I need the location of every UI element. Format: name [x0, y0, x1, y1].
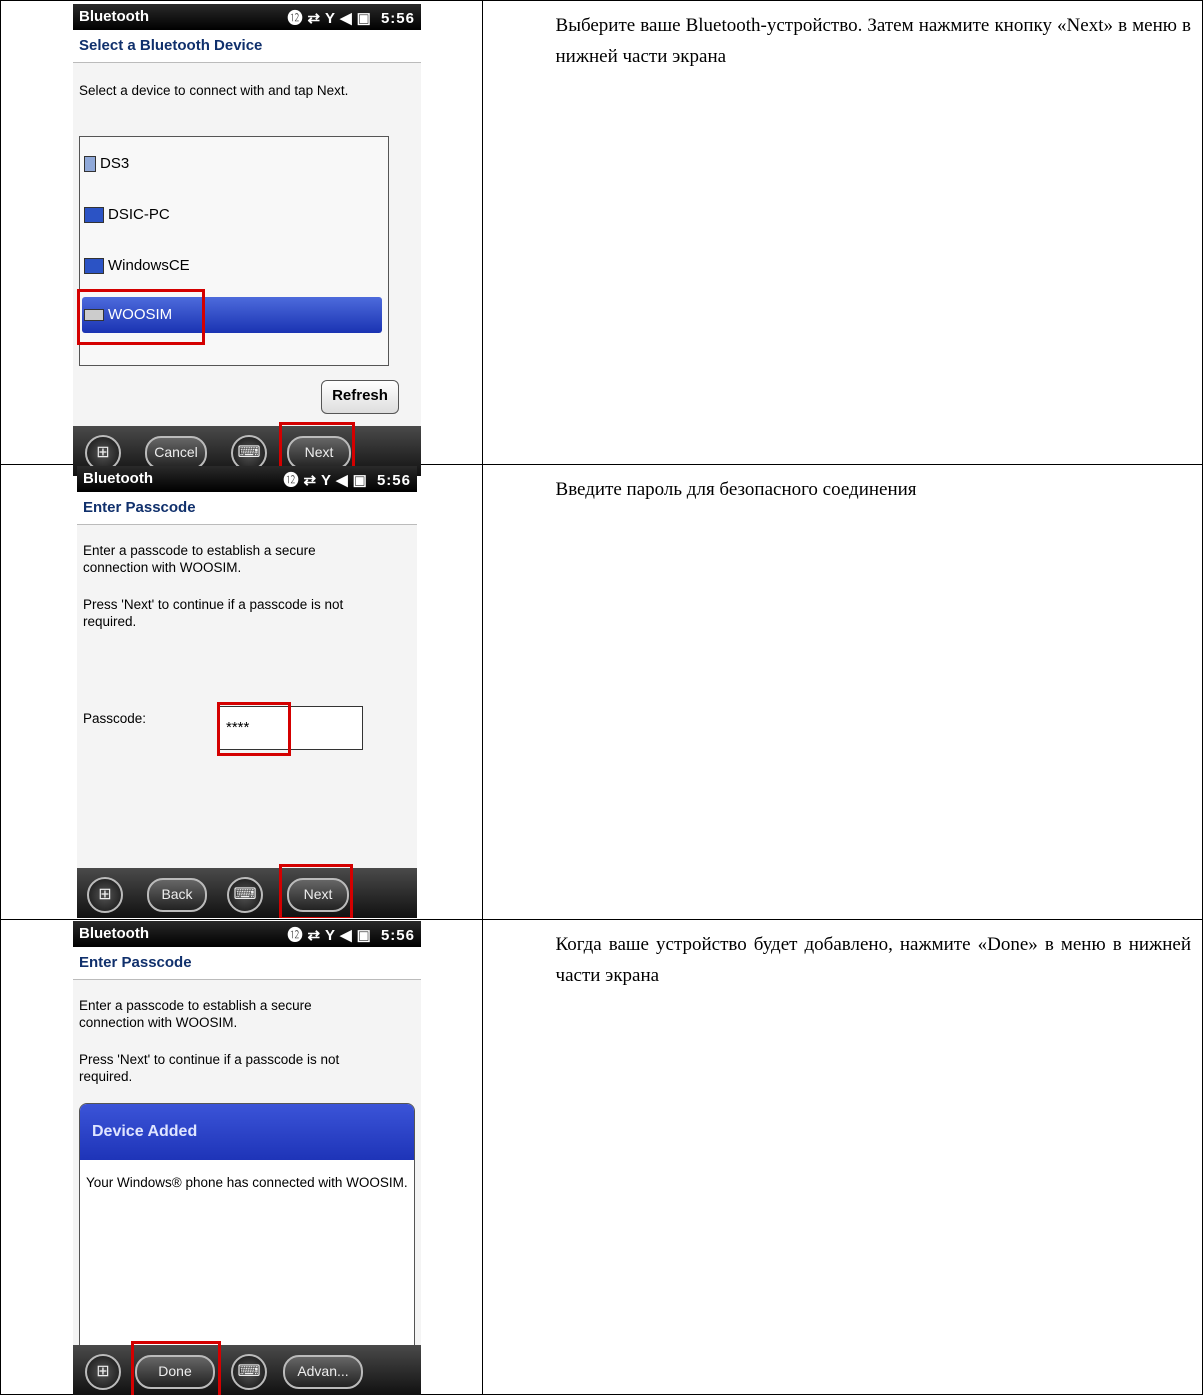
instruction-table: Bluetooth ⓬ ⇄ Y ◀ ▣ 5:56 Select a Bluetooth …: [0, 0, 1203, 1395]
page-header: Enter Passcode: [77, 492, 417, 525]
page-header: Select a Bluetooth Device: [73, 30, 421, 63]
table-row: Bluetooth ⓬ ⇄ Y ◀ ▣ 5:56 Select a Bluetooth …: [0, 0, 1203, 476]
signal-icon: Y: [325, 10, 337, 27]
app-title: Bluetooth: [83, 470, 153, 487]
page-title: Enter Passcode: [79, 954, 192, 971]
highlight-box: [77, 289, 205, 345]
softkey-bar: ⊞ Back ⌨ Next: [77, 864, 417, 918]
computer-icon: [84, 207, 104, 224]
battery-icon: ▣: [356, 10, 372, 27]
notification-icon: ⓬: [287, 10, 304, 27]
screenshot-cell: Bluetooth ⓬ ⇄ Y ◀ ▣ 5:56 Enter Passcode Ente…: [0, 919, 483, 1395]
list-item[interactable]: DS3: [84, 149, 129, 179]
status-icons: ⓬ ⇄ Y ◀ ▣ 5:56: [283, 924, 415, 945]
device-name: DSIC-PC: [108, 206, 170, 223]
instruction-text: Press 'Next' to continue if a passcode i…: [83, 597, 344, 629]
instruction-text: Enter a passcode to establish a secure c…: [79, 998, 312, 1030]
volume-icon: ◀: [340, 927, 353, 944]
volume-icon: ◀: [336, 472, 349, 489]
description-cell: Когда ваше устройство будет добавлено, н…: [481, 919, 1203, 1395]
status-bar: Bluetooth ⓬ ⇄ Y ◀ ▣ 5:56: [77, 466, 417, 492]
computer-icon: [84, 258, 104, 275]
advanced-button[interactable]: Advan...: [283, 1355, 363, 1389]
screenshot-cell: Bluetooth ⓬ ⇄ Y ◀ ▣ 5:56 Select a Bluetooth …: [0, 0, 483, 476]
page-title: Select a Bluetooth Device: [79, 37, 263, 54]
list-item[interactable]: WindowsCE: [84, 251, 190, 281]
device-name: DS3: [100, 155, 130, 172]
dialog-message: Your Windows® phone has connected with W…: [86, 1175, 408, 1190]
sync-icon: ⇄: [303, 472, 318, 489]
description-text: Введите пароль для безопасного соединени…: [555, 479, 917, 500]
status-icons: ⓬ ⇄ Y ◀ ▣ 5:56: [283, 7, 415, 28]
instruction-text: Select a device to connect with and tap …: [79, 83, 349, 98]
keyboard-icon[interactable]: ⌨: [231, 1354, 267, 1390]
table-row: Bluetooth ⓬ ⇄ Y ◀ ▣ 5:56 Enter Passcode Ente…: [0, 919, 1203, 1395]
app-title: Bluetooth: [79, 8, 149, 25]
battery-icon: ▣: [352, 472, 368, 489]
sync-icon: ⇄: [307, 10, 322, 27]
phone-screen: Bluetooth ⓬ ⇄ Y ◀ ▣ 5:56 Select a Bluetooth …: [73, 4, 421, 476]
screenshot-cell: Bluetooth ⓬ ⇄ Y ◀ ▣ 5:56 Enter Passcode Ente…: [0, 464, 483, 920]
clock: 5:56: [376, 472, 411, 489]
notification-icon: ⓬: [287, 927, 304, 944]
instruction-text: Press 'Next' to continue if a passcode i…: [79, 1052, 340, 1084]
highlight-box: [217, 702, 291, 756]
app-title: Bluetooth: [79, 925, 149, 942]
signal-icon: Y: [321, 472, 333, 489]
windows-start-icon[interactable]: ⊞: [87, 877, 123, 913]
dialog-title: Device Added: [80, 1104, 414, 1160]
clock: 5:56: [380, 927, 415, 944]
status-bar: Bluetooth ⓬ ⇄ Y ◀ ▣ 5:56: [73, 921, 421, 947]
volume-icon: ◀: [340, 10, 353, 27]
list-item[interactable]: DSIC-PC: [84, 200, 170, 230]
passcode-label: Passcode:: [83, 711, 147, 726]
signal-icon: Y: [325, 927, 337, 944]
phone-screen: Bluetooth ⓬ ⇄ Y ◀ ▣ 5:56 Enter Passcode Ente…: [73, 921, 421, 1395]
highlight-box: [131, 1341, 221, 1395]
battery-icon: ▣: [356, 927, 372, 944]
phone-icon: [84, 156, 96, 173]
device-added-dialog: Device Added Your Windows® phone has con…: [79, 1103, 415, 1355]
table-row: Bluetooth ⓬ ⇄ Y ◀ ▣ 5:56 Enter Passcode Ente…: [0, 464, 1203, 920]
refresh-button[interactable]: Refresh: [321, 380, 399, 414]
description-text: Когда ваше устройство будет добавлено, н…: [555, 934, 1191, 986]
sync-icon: ⇄: [307, 927, 322, 944]
page-header: Enter Passcode: [73, 947, 421, 980]
windows-start-icon[interactable]: ⊞: [85, 1354, 121, 1390]
notification-icon: ⓬: [283, 472, 300, 489]
description-cell: Выберите ваше Bluetooth-устройство. Зате…: [481, 0, 1203, 465]
device-name: WindowsCE: [108, 257, 190, 274]
keyboard-icon[interactable]: ⌨: [227, 877, 263, 913]
description-text: Выберите ваше Bluetooth-устройство. Зате…: [555, 15, 1191, 67]
status-bar: Bluetooth ⓬ ⇄ Y ◀ ▣ 5:56: [73, 4, 421, 30]
clock: 5:56: [380, 10, 415, 27]
highlight-box: [279, 864, 353, 918]
phone-screen: Bluetooth ⓬ ⇄ Y ◀ ▣ 5:56 Enter Passcode Ente…: [77, 466, 417, 918]
instruction-text: Enter a passcode to establish a secure c…: [83, 543, 316, 575]
page-title: Enter Passcode: [83, 499, 196, 516]
description-cell: Введите пароль для безопасного соединени…: [481, 464, 1203, 920]
status-icons: ⓬ ⇄ Y ◀ ▣ 5:56: [279, 469, 411, 490]
softkey-bar: ⊞ Done ⌨ Advan...: [73, 1341, 421, 1395]
back-button[interactable]: Back: [147, 878, 207, 912]
